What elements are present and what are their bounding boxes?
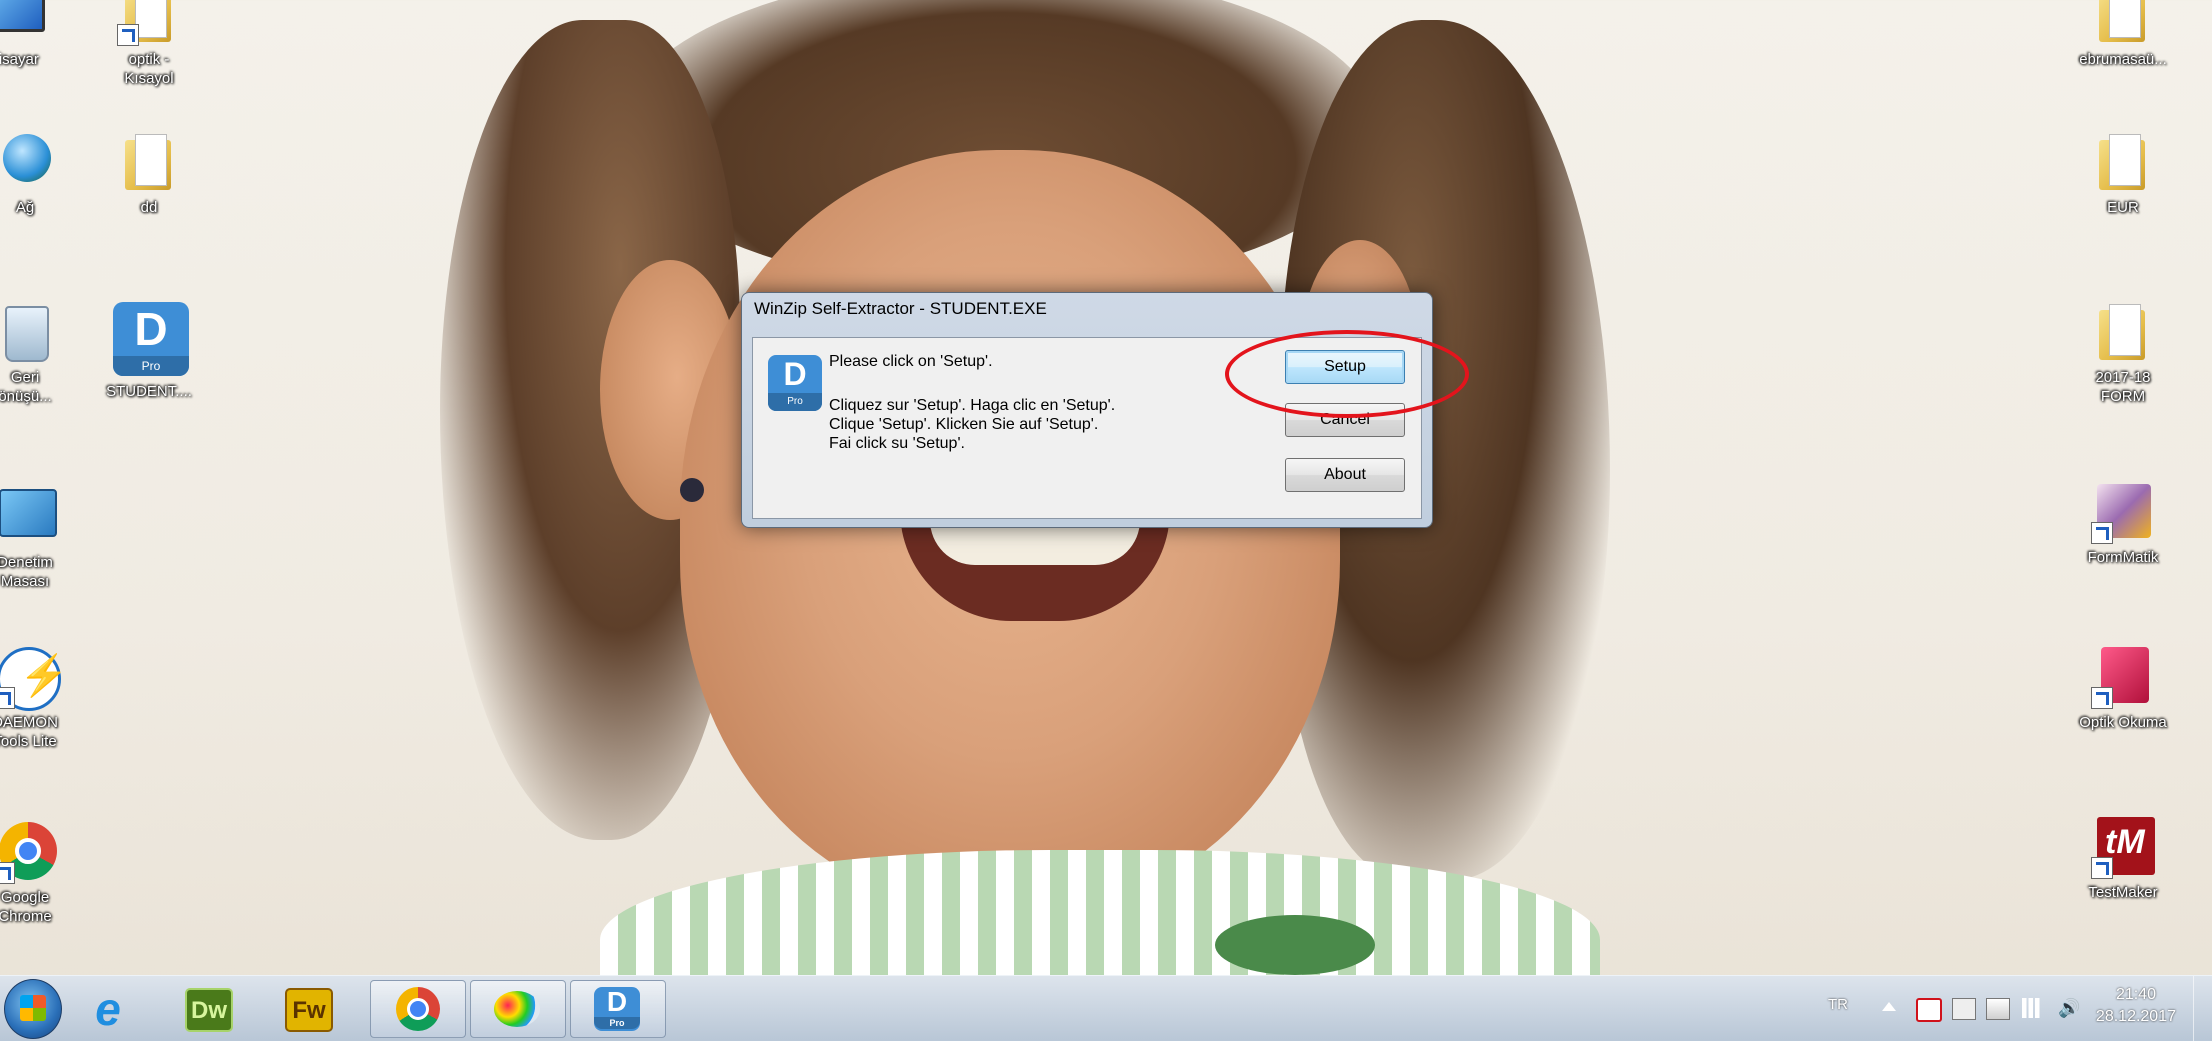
desktop-icon-optik-shortcut[interactable]: optik - Kısayol xyxy=(94,0,204,88)
desktop-icon-label: Ağ xyxy=(15,199,35,216)
desktop-icon-label: optik - Kısayol xyxy=(124,51,174,87)
desktop-icon-2017-18-form[interactable]: 2017-18 FORM xyxy=(2068,300,2178,406)
shortcut-arrow-icon xyxy=(0,687,15,709)
folder-icon xyxy=(2091,0,2155,46)
wallpaper-bow xyxy=(1215,915,1375,975)
shortcut-arrow-icon xyxy=(0,862,15,884)
taskbar-item-student-pro[interactable]: D Pro xyxy=(570,980,666,1038)
student-pro-icon: D Pro xyxy=(113,302,189,376)
desktop-icon-formmatik[interactable]: FormMatik xyxy=(2068,480,2178,567)
action-center-flag-icon[interactable] xyxy=(1952,998,1976,1020)
show-desktop-button[interactable] xyxy=(2193,976,2212,1041)
highlight-ring xyxy=(1225,330,1469,418)
desktop-icon-label: STUDENT.... xyxy=(106,383,192,400)
taskbar: e Dw Fw D Pro TR 🔊 21:40 28.12.2017 xyxy=(0,975,2212,1041)
internet-explorer-icon: e xyxy=(95,983,121,1035)
clock[interactable]: 21:40 28.12.2017 xyxy=(2096,984,2176,1028)
taskbar-item-paint[interactable] xyxy=(470,980,566,1038)
desktop-icon-eur[interactable]: EUR xyxy=(2068,130,2178,217)
language-indicator[interactable]: TR xyxy=(1828,996,1848,1013)
dialog-title: WinZip Self-Extractor - STUDENT.EXE xyxy=(754,299,1047,318)
desktop-icon-daemon-tools[interactable]: ⚡ DAEMON Tools Lite xyxy=(0,645,80,751)
desktop-icon-control-panel[interactable]: Denetim Masası xyxy=(0,485,80,591)
power-plug-icon[interactable] xyxy=(1986,998,2010,1020)
desktop-icon-label: Optik Okuma xyxy=(2079,714,2167,731)
wallpaper-earring xyxy=(680,478,704,502)
daemon-tools-icon: ⚡ xyxy=(0,645,69,711)
taskbar-icon-letter: D xyxy=(606,986,628,1017)
desktop-icon-label: Geri önüşü... xyxy=(0,369,52,405)
chrome-icon xyxy=(394,987,440,1031)
clock-date: 28.12.2017 xyxy=(2095,1008,2176,1025)
shortcut-arrow-icon xyxy=(2091,687,2113,709)
student-pro-icon: D Pro xyxy=(768,355,822,411)
desktop-icon-label: lgisayar xyxy=(0,51,39,68)
desktop-icon-label: ebrumasaü... xyxy=(2079,51,2167,68)
desktop: lgisayar Ağ Geri önüşü... Denetim Masası… xyxy=(0,0,2212,975)
taskbar-item-fireworks[interactable]: Fw xyxy=(262,980,356,1036)
formmatik-icon xyxy=(2091,480,2155,544)
folder-icon xyxy=(2091,130,2155,194)
volume-icon[interactable]: 🔊 xyxy=(2058,998,2080,1018)
taskbar-item-dreamweaver[interactable]: Dw xyxy=(162,980,256,1036)
desktop-icon-testmaker[interactable]: tM TestMaker xyxy=(2068,815,2178,902)
desktop-icon-label: EUR xyxy=(2107,199,2139,216)
desktop-icon-recycle-bin[interactable]: Geri önüşü... xyxy=(0,300,80,406)
network-icon xyxy=(0,130,57,194)
taskbar-item-internet-explorer[interactable]: e xyxy=(62,980,156,1036)
dialog-message-line: Clique 'Setup'. Klicken Sie auf 'Setup'. xyxy=(829,416,1099,433)
recycle-bin-icon xyxy=(0,300,57,364)
start-button[interactable] xyxy=(4,979,62,1039)
computer-icon xyxy=(0,0,45,46)
desktop-icon-label: FormMatik xyxy=(2087,549,2159,566)
desktop-icon-student[interactable]: D Pro STUDENT.... xyxy=(94,302,204,401)
desktop-icon-label: 2017-18 FORM xyxy=(2095,369,2151,405)
desktop-icon-optik-okuma[interactable]: Optik Okuma xyxy=(2068,645,2178,732)
folder-icon xyxy=(2091,300,2155,364)
shortcut-arrow-icon xyxy=(117,24,139,46)
shortcut-arrow-icon xyxy=(2091,857,2113,879)
dialog-message: Please click on 'Setup'. xyxy=(829,353,993,370)
control-panel-icon xyxy=(0,485,57,549)
dialog-message-line: Fai click su 'Setup'. xyxy=(829,435,965,452)
desktop-icon-dd[interactable]: dd xyxy=(94,130,204,217)
desktop-icon-label: DAEMON Tools Lite xyxy=(0,714,58,750)
app-icon-letter: D xyxy=(783,356,807,392)
system-tray: TR 🔊 21:40 28.12.2017 xyxy=(1792,976,2212,1041)
shortcut-arrow-icon xyxy=(2091,522,2113,544)
antivirus-icon[interactable] xyxy=(1916,998,1942,1022)
desktop-icon-label: Google Chrome xyxy=(0,889,52,925)
desktop-icon-network[interactable]: Ağ xyxy=(0,130,80,217)
taskbar-icon-sub: Pro xyxy=(594,1017,640,1029)
about-button[interactable]: About xyxy=(1285,458,1405,492)
optik-okuma-icon xyxy=(2091,645,2155,709)
dialog-multilang-message: Cliquez sur 'Setup'. Haga clic en 'Setup… xyxy=(829,396,1115,453)
fireworks-icon: Fw xyxy=(285,988,333,1032)
desktop-icon-chrome[interactable]: Google Chrome xyxy=(0,820,80,926)
dialog-message-line: Cliquez sur 'Setup'. Haga clic en 'Setup… xyxy=(829,397,1116,414)
show-hidden-icons-icon[interactable] xyxy=(1882,1002,1896,1011)
dreamweaver-icon: Dw xyxy=(185,988,233,1032)
windows-logo-icon xyxy=(20,995,46,1021)
folder-icon xyxy=(117,130,181,194)
app-icon-sub: Pro xyxy=(768,393,822,411)
paint-palette-icon xyxy=(494,987,540,1031)
desktop-icon-label: TestMaker xyxy=(2088,884,2158,901)
taskbar-item-chrome[interactable] xyxy=(370,980,466,1038)
desktop-icon-label: Denetim Masası xyxy=(0,554,53,590)
desktop-icon-label: dd xyxy=(140,199,158,216)
desktop-icon-ebrumasau[interactable]: ebrumasaü... xyxy=(2068,0,2178,69)
clock-time: 21:40 xyxy=(2115,986,2156,1003)
student-pro-icon: D Pro xyxy=(594,987,640,1031)
folder-shortcut-icon xyxy=(117,0,181,46)
network-signal-icon[interactable] xyxy=(2022,998,2044,1018)
desktop-icon-computer[interactable]: lgisayar xyxy=(0,0,68,69)
chrome-icon xyxy=(0,820,57,884)
testmaker-icon: tM xyxy=(2091,815,2155,879)
